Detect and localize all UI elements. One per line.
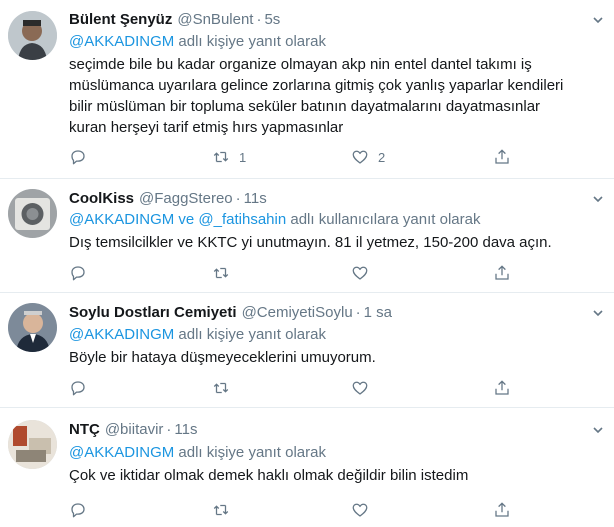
avatar[interactable]: [8, 303, 57, 352]
username[interactable]: @SnBulent: [177, 11, 253, 28]
retweet-button[interactable]: [212, 500, 239, 520]
reply-context: @AKKADINGM ve @_fatihsahin adlı kullanıc…: [69, 210, 480, 230]
tweet-text: Dış temsilcilkler ve KKTC yi unutmayın. …: [69, 234, 552, 251]
chevron-down-icon[interactable]: [592, 424, 604, 436]
reply-button[interactable]: [69, 500, 87, 520]
like-button[interactable]: [351, 500, 378, 520]
chevron-down-icon[interactable]: [592, 14, 604, 26]
reply-icon: [71, 381, 85, 396]
share-icon: [495, 149, 509, 164]
tweet-header: NTÇ @biitavir · 11s: [69, 420, 197, 440]
share-icon: [495, 502, 509, 517]
tweet[interactable]: NTÇ @biitavir · 11s @AKKADINGM adlı kişiye …: [0, 408, 614, 527]
reply-context-text: adlı kişiye yanıt olarak: [174, 326, 326, 343]
timestamp[interactable]: 11s: [244, 190, 267, 207]
reply-icon: [71, 266, 85, 281]
display-name[interactable]: NTÇ: [69, 421, 100, 438]
retweet-button[interactable]: [212, 378, 239, 398]
share-button[interactable]: [493, 500, 511, 520]
display-name[interactable]: Soylu Dostları Cemiyeti: [69, 304, 237, 321]
heart-icon: [352, 381, 368, 395]
mention-link[interactable]: @AKKADINGM: [69, 326, 174, 343]
tweet[interactable]: Bülent Şenyüz @SnBulent · 5s @AKKADINGM adl…: [0, 0, 614, 179]
username[interactable]: @biitavir: [105, 421, 164, 438]
tweet-header: Bülent Şenyüz @SnBulent · 5s: [69, 10, 280, 30]
avatar[interactable]: [8, 11, 57, 60]
avatar[interactable]: [8, 420, 57, 469]
reply-context-text: adlı kişiye yanıt olarak: [174, 444, 326, 461]
reply-context: @AKKADINGM adlı kişiye yanıt olarak: [69, 325, 326, 345]
tweet-actions: [69, 500, 529, 520]
tweet[interactable]: CoolKiss @FaggStereo · 11s @AKKADINGM ve @_…: [0, 179, 614, 293]
tweet-header: Soylu Dostları Cemiyeti @CemiyetiSoylu · 1 …: [69, 303, 392, 323]
retweet-button[interactable]: 1: [212, 147, 246, 167]
username[interactable]: @FaggStereo: [139, 190, 233, 207]
retweet-count: 1: [239, 149, 247, 165]
tweet-actions: [69, 378, 529, 398]
heart-icon: [352, 266, 368, 280]
reply-button[interactable]: [69, 378, 87, 398]
like-button[interactable]: [351, 263, 378, 283]
tweet[interactable]: Soylu Dostları Cemiyeti @CemiyetiSoylu · 1 …: [0, 293, 614, 408]
mention-link[interactable]: @AKKADINGM: [69, 444, 174, 461]
display-name[interactable]: CoolKiss: [69, 190, 134, 207]
reply-context: @AKKADINGM adlı kişiye yanıt olarak: [69, 32, 326, 52]
separator-dot: ·: [355, 304, 361, 321]
heart-icon: [352, 150, 368, 164]
retweet-icon: [213, 151, 229, 163]
separator-dot: ·: [166, 421, 172, 438]
tweet-text: Böyle bir hataya düşmeyeceklerini umuyor…: [69, 349, 376, 366]
like-button[interactable]: 2: [351, 147, 385, 167]
timestamp[interactable]: 5s: [264, 11, 280, 28]
reply-button[interactable]: [69, 147, 87, 167]
reply-icon: [71, 503, 85, 518]
reply-context: @AKKADINGM adlı kişiye yanıt olarak: [69, 443, 326, 463]
chevron-down-icon[interactable]: [592, 193, 604, 205]
share-button[interactable]: [493, 147, 511, 167]
retweet-button[interactable]: [212, 263, 239, 283]
separator-dot: ·: [235, 190, 241, 207]
reply-timeline: Bülent Şenyüz @SnBulent · 5s @AKKADINGM adl…: [0, 0, 614, 527]
share-icon: [495, 265, 509, 280]
tweet-header: CoolKiss @FaggStereo · 11s: [69, 189, 267, 209]
retweet-icon: [213, 504, 229, 516]
share-button[interactable]: [493, 378, 511, 398]
chevron-down-icon[interactable]: [592, 307, 604, 319]
timestamp[interactable]: 1 sa: [364, 304, 392, 321]
avatar[interactable]: [8, 189, 57, 238]
heart-icon: [352, 503, 368, 517]
retweet-icon: [213, 267, 229, 279]
mention-link[interactable]: @AKKADINGM ve @_fatihsahin: [69, 211, 286, 228]
tweet-text: seçimde bile bu kadar organize olmayan a…: [69, 56, 564, 136]
tweet-actions: [69, 263, 529, 283]
username[interactable]: @CemiyetiSoylu: [242, 304, 353, 321]
share-button[interactable]: [493, 263, 511, 283]
reply-button[interactable]: [69, 263, 87, 283]
reply-context-text: adlı kullanıcılara yanıt olarak: [286, 211, 481, 228]
share-icon: [495, 380, 509, 395]
display-name[interactable]: Bülent Şenyüz: [69, 11, 172, 28]
tweet-actions: 1 2: [69, 147, 529, 167]
retweet-icon: [213, 382, 229, 394]
like-button[interactable]: [351, 378, 378, 398]
mention-link[interactable]: @AKKADINGM: [69, 33, 174, 50]
separator-dot: ·: [256, 11, 262, 28]
timestamp[interactable]: 11s: [174, 421, 197, 438]
reply-context-text: adlı kişiye yanıt olarak: [174, 33, 326, 50]
tweet-text: Çok ve iktidar olmak demek haklı olmak d…: [69, 467, 469, 484]
reply-icon: [71, 150, 85, 165]
like-count: 2: [378, 149, 386, 165]
